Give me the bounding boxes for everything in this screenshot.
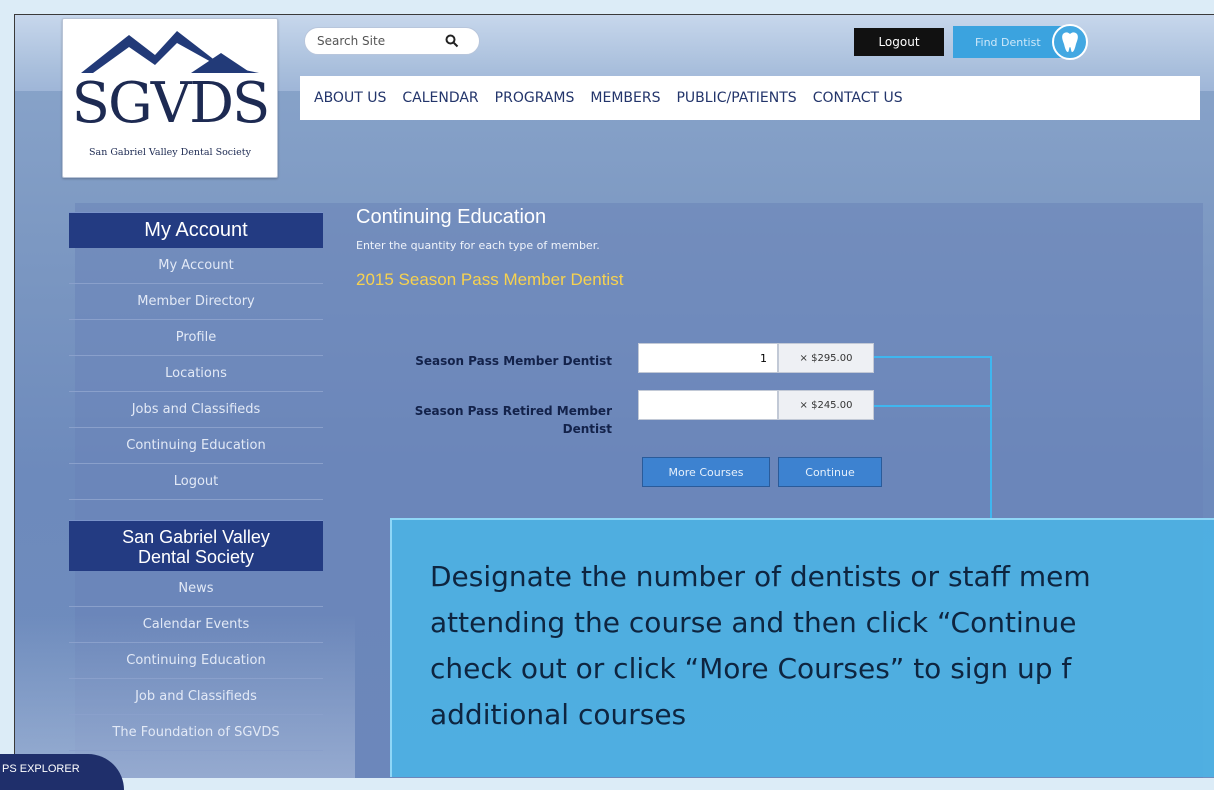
- nav-about-us[interactable]: ABOUT US: [314, 90, 386, 106]
- tooth-icon[interactable]: [1052, 24, 1088, 60]
- logo-text: SGVDS: [71, 71, 271, 136]
- logout-button[interactable]: Logout: [854, 28, 944, 56]
- callout-connector: [874, 405, 992, 407]
- callout-line: attending the course and then click “Con…: [430, 606, 1077, 639]
- society-header-line2: Dental Society: [137, 547, 255, 567]
- nav-members[interactable]: MEMBERS: [590, 90, 660, 106]
- search-box[interactable]: [304, 27, 480, 55]
- instruction-callout: Designate the number of dentists or staf…: [390, 518, 1214, 777]
- society-header-line1: San Gabriel Valley: [122, 527, 270, 547]
- site-logo[interactable]: SGVDS San Gabriel Valley Dental Society: [62, 18, 278, 178]
- sidebar-item-locations[interactable]: Locations: [69, 356, 323, 392]
- sidebar-item-logout[interactable]: Logout: [69, 464, 323, 500]
- sidebar-item-jobs-classifieds[interactable]: Jobs and Classifieds: [69, 392, 323, 428]
- search-icon[interactable]: [445, 34, 459, 48]
- logo-subtitle: San Gabriel Valley Dental Society: [89, 147, 251, 158]
- sidebar-item-continuing-education[interactable]: Continuing Education: [69, 428, 323, 464]
- instructions-text: Enter the quantity for each type of memb…: [356, 239, 600, 252]
- sidebar: My Account My Account Member Directory P…: [69, 212, 323, 751]
- section-title: 2015 Season Pass Member Dentist: [356, 270, 624, 289]
- callout-text: Designate the number of dentists or staf…: [430, 554, 1214, 738]
- sidebar-item-calendar-events[interactable]: Calendar Events: [69, 607, 323, 643]
- main-content: Continuing Education Enter the quantity …: [356, 206, 916, 290]
- nav-public-patients[interactable]: PUBLIC/PATIENTS: [676, 90, 796, 106]
- quantity-input-retired-member-dentist[interactable]: [638, 390, 778, 420]
- sidebar-item-foundation[interactable]: The Foundation of SGVDS: [69, 715, 323, 751]
- nav-programs[interactable]: PROGRAMS: [495, 90, 575, 106]
- callout-line: Designate the number of dentists or staf…: [430, 560, 1091, 593]
- sidebar-item-member-directory[interactable]: Member Directory: [69, 284, 323, 320]
- mountain-logo-icon: [81, 31, 259, 73]
- corner-badge: PS EXPLORER: [0, 754, 124, 790]
- page-title: Continuing Education: [356, 206, 547, 228]
- sidebar-item-society-continuing-education[interactable]: Continuing Education: [69, 643, 323, 679]
- price-retired-member-dentist: × $245.00: [778, 390, 874, 420]
- search-input[interactable]: [315, 33, 439, 49]
- callout-connector: [874, 356, 992, 358]
- sidebar-item-my-account[interactable]: My Account: [69, 248, 323, 284]
- society-header: San Gabriel Valley Dental Society: [69, 520, 323, 571]
- more-courses-button[interactable]: More Courses: [642, 457, 770, 487]
- nav-contact-us[interactable]: CONTACT US: [813, 90, 903, 106]
- nav-calendar[interactable]: CALENDAR: [402, 90, 478, 106]
- sidebar-item-job-classifieds[interactable]: Job and Classifieds: [69, 679, 323, 715]
- row-label-retired-line2: Dentist: [562, 422, 612, 436]
- row-label-retired-member-dentist: Season Pass Retired Member Dentist: [382, 402, 612, 438]
- price-member-dentist: × $295.00: [778, 343, 874, 373]
- sidebar-item-profile[interactable]: Profile: [69, 320, 323, 356]
- callout-connector: [990, 356, 992, 518]
- row-label-retired-line1: Season Pass Retired Member: [414, 404, 612, 418]
- sidebar-item-news[interactable]: News: [69, 571, 323, 607]
- callout-line: check out or click “More Courses” to sig…: [430, 652, 1072, 685]
- callout-line: additional courses: [430, 698, 687, 731]
- quantity-input-member-dentist[interactable]: [638, 343, 778, 373]
- continue-button[interactable]: Continue: [778, 457, 882, 487]
- my-account-header: My Account: [69, 212, 323, 248]
- row-label-member-dentist: Season Pass Member Dentist: [415, 354, 612, 368]
- main-nav: ABOUT US CALENDAR PROGRAMS MEMBERS PUBLI…: [300, 76, 1200, 120]
